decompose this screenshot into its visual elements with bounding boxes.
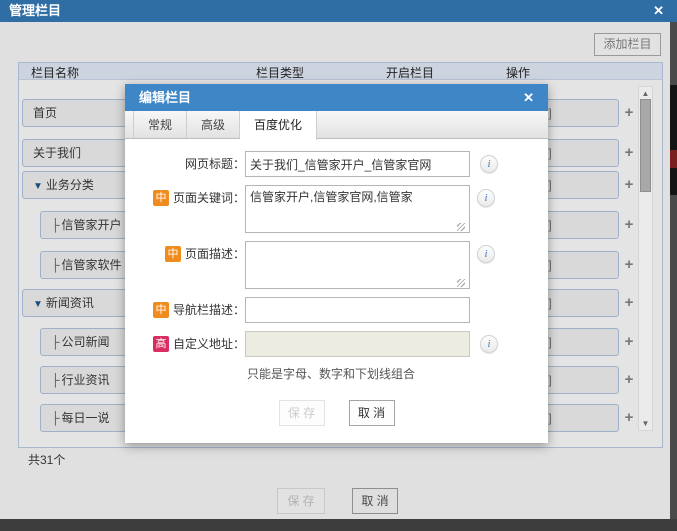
branch-icon: ├ (51, 335, 60, 349)
info-icon[interactable]: i (477, 189, 495, 207)
add-subcolumn-icon[interactable]: + (622, 176, 636, 193)
tree-item-label: 行业资讯 (62, 373, 110, 387)
tree-item-label: 业务分类 (46, 178, 94, 192)
tree-item-label: 新闻资讯 (46, 296, 94, 310)
tab-advanced[interactable]: 高级 (187, 111, 240, 138)
dialog-title: 编辑栏目 (139, 90, 191, 105)
column-header-name: 栏目名称 (31, 64, 79, 81)
field-label-text: 页面描述： (185, 247, 245, 261)
add-subcolumn-icon[interactable]: + (622, 256, 636, 273)
vertical-scrollbar[interactable]: ▲ ▼ (638, 86, 653, 431)
tree-item-label: 信管家软件 (62, 258, 122, 272)
total-count-label: 共31个 (28, 451, 65, 468)
form-row-custom-url: 高自定义地址： i (125, 331, 548, 357)
field-label: 高自定义地址： (125, 331, 245, 357)
window-title: 管理栏目 (9, 3, 61, 18)
dialog-save-button[interactable]: 保 存 (279, 400, 325, 426)
add-subcolumn-icon[interactable]: + (622, 333, 636, 350)
priority-badge-high: 高 (153, 336, 169, 352)
main-save-button[interactable]: 保 存 (277, 488, 325, 514)
keywords-textarea[interactable]: 信管家开户,信管家官网,信管家 (245, 185, 470, 233)
dialog-titlebar: 编辑栏目 ✕ (125, 84, 548, 111)
column-header-type: 栏目类型 (256, 64, 304, 81)
expanded-arrow-icon: ▼ (33, 181, 43, 192)
branch-icon: ├ (51, 258, 60, 272)
expanded-arrow-icon: ▼ (33, 299, 43, 310)
field-label: 中页面描述： (125, 241, 245, 267)
priority-badge-mid: 中 (153, 302, 169, 318)
field-label: 中页面关键词： (125, 185, 245, 211)
field-label: 网页标题： (125, 151, 245, 177)
add-subcolumn-icon[interactable]: + (622, 371, 636, 388)
background-dark-area (670, 85, 677, 195)
tree-item-label: 每日一说 (62, 411, 110, 425)
column-header-enabled: 开启栏目 (386, 64, 434, 81)
info-icon[interactable]: i (477, 245, 495, 263)
branch-icon: ├ (51, 411, 60, 425)
tree-item-label: 信管家开户 (62, 218, 122, 232)
scrollbar-thumb[interactable] (640, 99, 651, 192)
form-row-page-title: 网页标题： i (125, 151, 548, 177)
edit-column-dialog: 编辑栏目 ✕ 常规 高级 百度优化 网页标题： i 中页面关键词： 信管家开户,… (125, 84, 548, 443)
page-title-input[interactable] (245, 151, 470, 177)
form-row-nav-desc: 中导航栏描述： (125, 297, 548, 323)
field-label-text: 导航栏描述： (173, 303, 245, 317)
add-subcolumn-icon[interactable]: + (622, 409, 636, 426)
dialog-buttons: 保 存 取 消 (125, 400, 548, 426)
tree-item-label: 关于我们 (33, 146, 81, 160)
field-label-text: 自定义地址： (173, 337, 245, 351)
window-titlebar: 管理栏目 ✕ (0, 0, 677, 22)
branch-icon: ├ (51, 218, 60, 232)
add-subcolumn-icon[interactable]: + (622, 104, 636, 121)
add-subcolumn-icon[interactable]: + (622, 294, 636, 311)
add-subcolumn-icon[interactable]: + (622, 216, 636, 233)
nav-desc-input[interactable] (245, 297, 470, 323)
tree-item-label: 首页 (33, 106, 57, 120)
dialog-close-icon[interactable]: ✕ (523, 84, 534, 111)
description-textarea[interactable] (245, 241, 470, 289)
scroll-down-icon[interactable]: ▼ (639, 419, 652, 428)
add-column-button[interactable]: 添加栏目 (594, 33, 661, 56)
right-window-edge (670, 22, 677, 519)
custom-url-input (245, 331, 470, 357)
form-row-keywords: 中页面关键词： 信管家开户,信管家官网,信管家 i (125, 185, 548, 233)
scroll-up-icon[interactable]: ▲ (639, 89, 652, 98)
add-subcolumn-icon[interactable]: + (622, 144, 636, 161)
custom-url-hint: 只能是字母、数字和下划线组合 (247, 365, 548, 382)
dialog-tabs: 常规 高级 百度优化 (125, 111, 548, 139)
window-close-icon[interactable]: ✕ (653, 0, 664, 22)
column-header-actions: 操作 (506, 64, 530, 81)
tree-item-label: 公司新闻 (62, 335, 110, 349)
field-label: 中导航栏描述： (125, 297, 245, 323)
info-icon[interactable]: i (480, 335, 498, 353)
form-row-description: 中页面描述： i (125, 241, 548, 289)
main-cancel-button[interactable]: 取 消 (352, 488, 398, 514)
priority-badge-mid: 中 (153, 190, 169, 206)
background-red-area (670, 150, 677, 168)
dialog-body: 网页标题： i 中页面关键词： 信管家开户,信管家官网,信管家 i 中页面描述：… (125, 139, 548, 426)
field-label-text: 页面关键词： (173, 191, 245, 205)
tab-general[interactable]: 常规 (133, 111, 187, 138)
priority-badge-mid: 中 (165, 246, 181, 262)
info-icon[interactable]: i (480, 155, 498, 173)
branch-icon: ├ (51, 373, 60, 387)
table-header-row: 栏目名称 栏目类型 开启栏目 操作 (19, 63, 662, 80)
dialog-cancel-button[interactable]: 取 消 (349, 400, 395, 426)
bottom-window-edge (0, 519, 677, 531)
tab-baidu-seo[interactable]: 百度优化 (240, 111, 317, 140)
